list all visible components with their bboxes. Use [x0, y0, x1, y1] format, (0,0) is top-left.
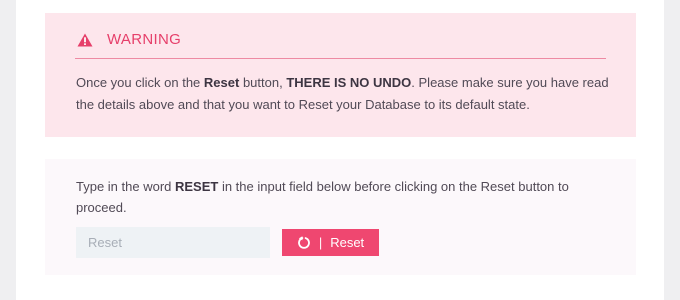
warning-header: WARNING — [77, 31, 181, 48]
warning-message-text: Once you click on the — [76, 75, 204, 90]
reset-button-label: Reset — [330, 235, 365, 250]
warning-title: WARNING — [107, 31, 182, 48]
warning-message-no-undo-strong: THERE IS NO UNDO — [286, 75, 412, 90]
reset-confirm-input[interactable] — [76, 227, 270, 258]
warning-divider — [75, 58, 606, 59]
warning-notice: WARNING Once you click on the Reset butt… — [45, 13, 636, 137]
reset-panel: WARNING Once you click on the Reset butt… — [16, 0, 664, 300]
button-separator: | — [318, 235, 323, 250]
instruction-reset-strong: RESET — [175, 179, 219, 194]
refresh-icon — [297, 235, 311, 250]
reset-button[interactable]: | Reset — [282, 229, 379, 256]
warning-message-text: button, — [239, 75, 287, 90]
warning-triangle-icon — [77, 33, 93, 47]
instruction-text: Type in the word — [76, 179, 175, 194]
reset-confirmation: Type in the word RESET in the input fiel… — [45, 159, 636, 275]
warning-message-reset-strong: Reset — [203, 75, 240, 90]
reset-instruction: Type in the word RESET in the input fiel… — [76, 176, 616, 218]
warning-message: Once you click on the Reset button, THER… — [76, 72, 624, 116]
